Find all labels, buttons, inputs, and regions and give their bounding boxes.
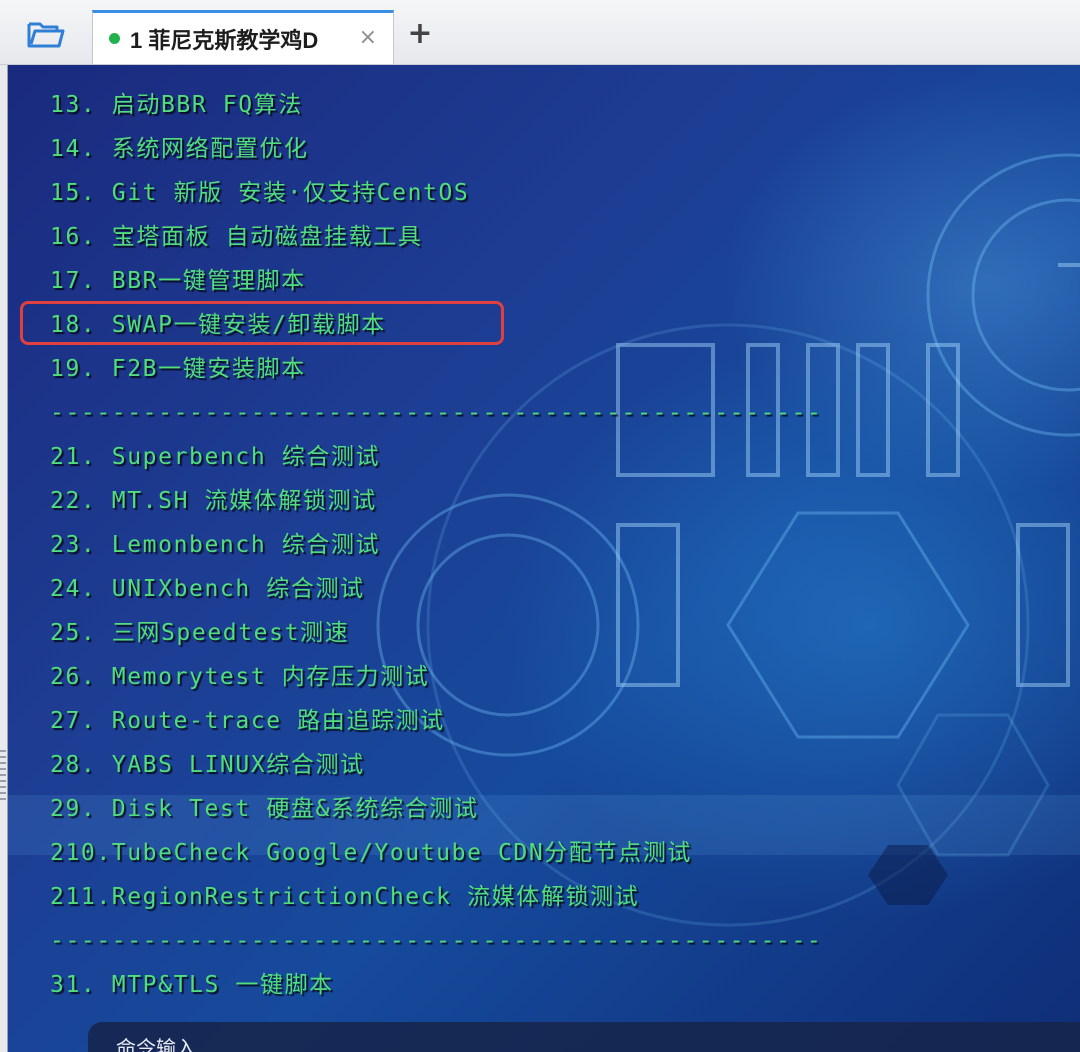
terminal-output[interactable]: 13. 启动BBR FQ算法 14. 系统网络配置优化 15. Git 新版 安… (7, 65, 1080, 1052)
command-input-bar[interactable]: 命令输入 (88, 1022, 1080, 1052)
menu-item: 22. MT.SH 流媒体解锁测试 (50, 488, 377, 514)
menu-item: 15. Git 新版 安装·仅支持CentOS (50, 180, 470, 206)
menu-item: 211.RegionRestrictionCheck 流媒体解锁测试 (50, 884, 640, 910)
separator-line: ----------------------------------------… (50, 400, 823, 426)
close-tab-icon[interactable]: × (359, 27, 377, 49)
add-tab-button[interactable]: + (404, 18, 436, 50)
menu-item: 14. 系统网络配置优化 (50, 136, 309, 162)
menu-item: 29. Disk Test 硬盘&系统综合测试 (50, 796, 479, 822)
menu-item: 16. 宝塔面板 自动磁盘挂载工具 (50, 224, 423, 250)
menu-item: 27. Route-trace 路由追踪测试 (50, 708, 445, 734)
script-menu: 13. 启动BBR FQ算法 14. 系统网络配置优化 15. Git 新版 安… (50, 83, 822, 1007)
menu-item: 23. Lemonbench 综合测试 (50, 532, 381, 558)
open-folder-button[interactable] (14, 12, 78, 56)
menu-item-highlighted: 18. SWAP一键安装/卸载脚本 (50, 312, 386, 338)
menu-item: 24. UNIXbench 综合测试 (50, 576, 365, 602)
menu-item: 31. MTP&TLS 一键脚本 (50, 972, 334, 998)
menu-item: 28. YABS LINUX综合测试 (50, 752, 365, 778)
menu-item: 25. 三网Speedtest测速 (50, 620, 350, 646)
menu-item: 26. Memorytest 内存压力测试 (50, 664, 430, 690)
menu-item: 17. BBR一键管理脚本 (50, 268, 306, 294)
resize-handle[interactable] (0, 750, 6, 800)
menu-item: 21. Superbench 综合测试 (50, 444, 381, 470)
connection-status-icon (109, 33, 120, 44)
menu-item: 13. 启动BBR FQ算法 (50, 92, 303, 118)
folder-icon (27, 22, 65, 48)
separator-line: ----------------------------------------… (50, 928, 823, 954)
tab-label: 1 菲尼克斯教学鸡D (130, 27, 319, 53)
tab-bar: 1 菲尼克斯教学鸡D × + (0, 0, 1080, 65)
menu-item: 210.TubeCheck Google/Youtube CDN分配节点测试 (50, 840, 692, 866)
menu-item: 19. F2B一键安装脚本 (50, 356, 306, 382)
command-input-label: 命令输入 (116, 1036, 196, 1052)
session-tab[interactable]: 1 菲尼克斯教学鸡D × (92, 10, 394, 64)
